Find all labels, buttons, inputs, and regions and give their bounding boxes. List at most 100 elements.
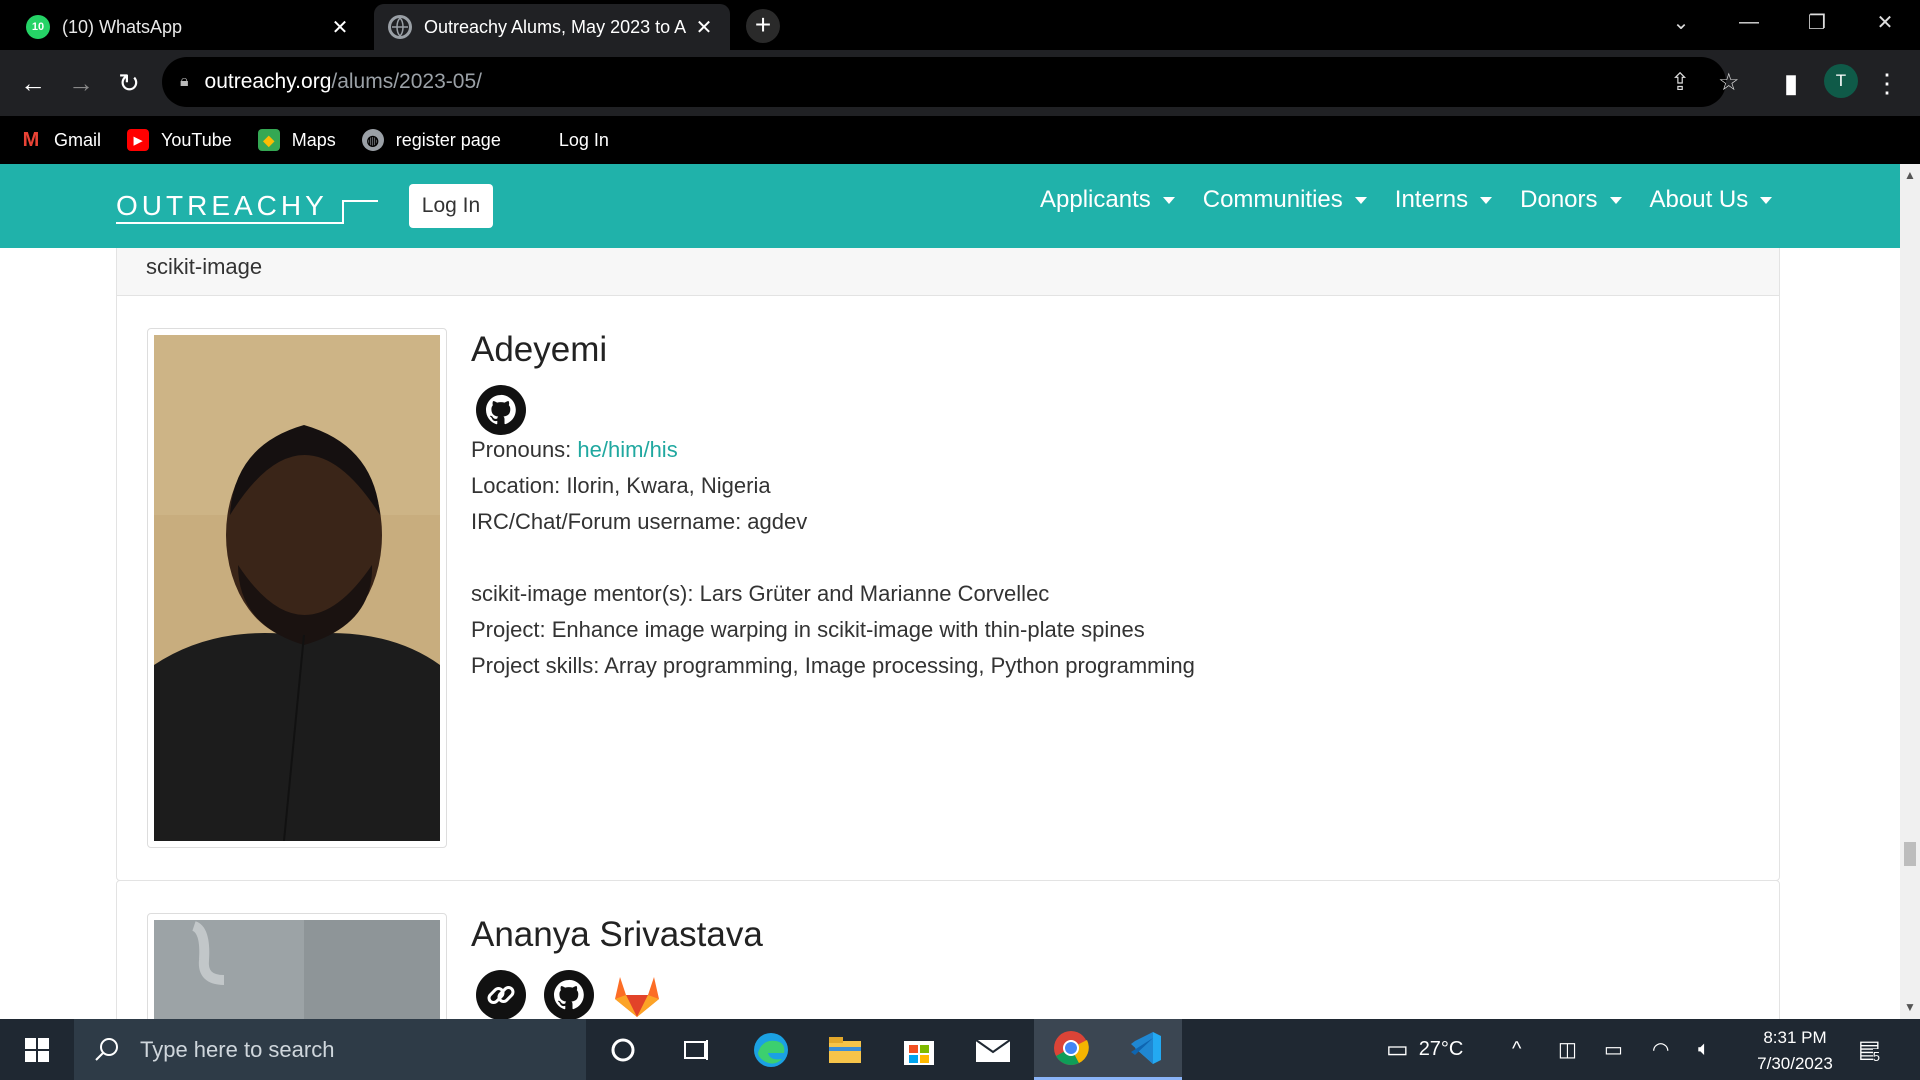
- alum-details: Pronouns: he/him/his Location: Ilorin, K…: [471, 432, 1195, 684]
- nav-donors[interactable]: Donors: [1520, 186, 1622, 214]
- scroll-down-arrow-icon[interactable]: ▼: [1900, 1000, 1920, 1014]
- globe-icon: [388, 15, 412, 39]
- minimize-button[interactable]: —: [1716, 0, 1782, 44]
- alum-name: Adeyemi: [471, 330, 608, 369]
- tab-whatsapp[interactable]: 10 (10) WhatsApp ✕: [12, 4, 366, 50]
- wifi-icon[interactable]: ◠: [1652, 1019, 1669, 1080]
- tab-outreachy[interactable]: Outreachy Alums, May 2023 to A ✕: [374, 4, 730, 50]
- alum-links: [475, 969, 679, 1019]
- maps-icon: ◆: [257, 129, 280, 151]
- link-icon[interactable]: [475, 969, 527, 1019]
- whatsapp-icon: 10: [26, 15, 50, 39]
- caret-down-icon: [1162, 196, 1175, 204]
- bookmark-register-page[interactable]: ◍ register page: [361, 129, 501, 151]
- close-tab-icon[interactable]: ✕: [328, 15, 352, 40]
- nav-label: About Us: [1649, 186, 1749, 213]
- chat-username: IRC/Chat/Forum username: agdev: [471, 509, 808, 534]
- bookmark-label: register page: [395, 129, 501, 150]
- bookmark-log-in[interactable]: Log In: [559, 130, 609, 151]
- alum-photo-frame: [147, 913, 447, 1019]
- system-clock[interactable]: 8:31 PM 7/30/2023: [1740, 1025, 1850, 1077]
- community-name: scikit-image: [146, 254, 263, 279]
- bookmark-label: Maps: [291, 129, 336, 150]
- github-icon[interactable]: [543, 969, 595, 1019]
- reload-button[interactable]: ↻: [110, 64, 148, 102]
- pronouns-link[interactable]: he/him/his: [577, 437, 677, 462]
- bookmark-label: Gmail: [54, 129, 102, 150]
- pronouns-label: Pronouns:: [471, 437, 572, 462]
- caret-down-icon: [1760, 196, 1773, 204]
- forward-button[interactable]: →: [62, 64, 100, 102]
- search-icon: [95, 1037, 118, 1061]
- pronouns-row: Pronouns: he/him/his: [471, 432, 1195, 468]
- vscode-icon[interactable]: [1108, 1019, 1182, 1080]
- nav-label: Interns: [1394, 186, 1469, 213]
- bookmark-label: Log In: [558, 129, 609, 150]
- login-button[interactable]: Log In: [409, 184, 493, 228]
- tab-title: Outreachy Alums, May 2023 to A: [424, 16, 687, 37]
- browser-tab-strip: 10 (10) WhatsApp ✕ Outreachy Alums, May …: [0, 0, 1920, 50]
- community-header: scikit-image: [116, 248, 1780, 296]
- outreachy-logo[interactable]: OUTREACHY: [116, 190, 384, 224]
- windows-taskbar: Type here to search ▭ 27°C ^ ◫ ▭ ◠ 🔈︎ 8:…: [0, 1019, 1920, 1080]
- bookmark-maps[interactable]: ◆ Maps: [257, 129, 336, 151]
- microsoft-store-icon[interactable]: [882, 1019, 956, 1080]
- youtube-icon: ▶: [127, 129, 150, 151]
- meet-now-icon[interactable]: ◫: [1558, 1019, 1577, 1080]
- page-viewport: OUTREACHY Log In Applicants Communities …: [0, 164, 1900, 1019]
- share-icon[interactable]: ⇪: [1670, 68, 1690, 97]
- github-icon[interactable]: [475, 384, 527, 436]
- alum-photo: [154, 335, 440, 842]
- weather-widget[interactable]: ▭ 27°C: [1386, 1019, 1463, 1080]
- alum-links: [475, 384, 543, 436]
- bookmark-gmail[interactable]: M Gmail: [20, 129, 101, 151]
- nav-interns[interactable]: Interns: [1394, 186, 1493, 214]
- battery-icon[interactable]: ▭: [1604, 1019, 1623, 1080]
- url-host: outreachy.org: [204, 70, 332, 93]
- tab-search-icon[interactable]: ⌄: [1648, 0, 1714, 44]
- nav-about-us[interactable]: About Us: [1650, 186, 1773, 214]
- windows-start-icon[interactable]: [0, 1019, 74, 1080]
- search-placeholder: Type here to search: [140, 1036, 335, 1062]
- bookmark-youtube[interactable]: ▶ YouTube: [127, 129, 232, 151]
- alum-card: Adeyemi Pronouns: he/him/his Location: I…: [116, 296, 1780, 881]
- nav-label: Donors: [1520, 186, 1598, 213]
- lock-icon: 🔒︎: [180, 73, 189, 90]
- bookmark-label: YouTube: [161, 129, 232, 150]
- restore-button[interactable]: ❐: [1784, 0, 1850, 44]
- edge-icon[interactable]: [734, 1019, 808, 1080]
- cortana-icon[interactable]: [586, 1019, 660, 1080]
- show-hidden-icons[interactable]: ^: [1512, 1019, 1521, 1080]
- file-explorer-icon[interactable]: [808, 1019, 882, 1080]
- alum-photo: [154, 920, 440, 1019]
- taskbar-search-box[interactable]: Type here to search: [74, 1019, 586, 1080]
- gmail-icon: M: [22, 128, 40, 151]
- close-tab-icon[interactable]: ✕: [692, 15, 716, 40]
- caret-down-icon: [1354, 196, 1367, 204]
- back-button[interactable]: ←: [14, 64, 52, 102]
- mail-icon[interactable]: [956, 1019, 1030, 1080]
- gitlab-icon[interactable]: [611, 969, 663, 1019]
- site-navbar: OUTREACHY Log In Applicants Communities …: [0, 164, 1900, 248]
- volume-icon[interactable]: 🔈︎: [1698, 1019, 1710, 1080]
- chrome-icon[interactable]: [1034, 1019, 1108, 1080]
- scroll-up-arrow-icon[interactable]: ▲: [1900, 168, 1920, 182]
- page-scrollbar[interactable]: ▲ ▼: [1900, 164, 1920, 1019]
- profile-avatar[interactable]: T: [1824, 64, 1858, 98]
- nav-label: Communities: [1202, 186, 1343, 213]
- bookmark-star-icon[interactable]: ☆: [1718, 68, 1740, 97]
- close-window-button[interactable]: ✕: [1852, 0, 1918, 44]
- main-nav: Applicants Communities Interns Donors Ab…: [1040, 186, 1800, 214]
- nav-communities[interactable]: Communities: [1203, 186, 1367, 214]
- side-panel-icon[interactable]: ▮: [1772, 64, 1810, 102]
- caret-down-icon: [1609, 196, 1622, 204]
- caret-down-icon: [1480, 196, 1493, 204]
- task-view-icon[interactable]: [660, 1019, 734, 1080]
- menu-kebab-icon[interactable]: ⋮: [1868, 64, 1906, 102]
- action-center-icon[interactable]: ▤ 5: [1858, 1019, 1881, 1080]
- address-bar[interactable]: 🔒︎ outreachy.org/alums/2023-05/ ⇪ ☆: [162, 57, 1740, 107]
- new-tab-button[interactable]: +: [746, 9, 780, 43]
- scrollbar-thumb[interactable]: [1904, 842, 1916, 866]
- temperature: 27°C: [1418, 1038, 1464, 1060]
- nav-applicants[interactable]: Applicants: [1040, 186, 1175, 214]
